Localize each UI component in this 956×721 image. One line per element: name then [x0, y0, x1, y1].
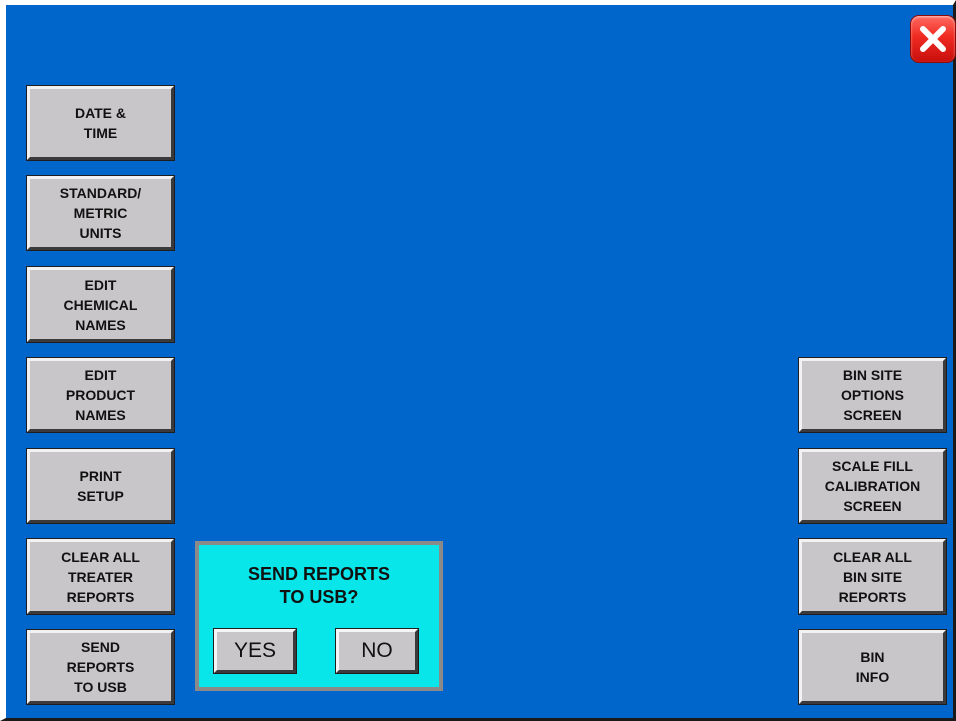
scale-fill-calibration-screen-button[interactable]: SCALE FILL CALIBRATION SCREEN — [799, 449, 946, 523]
edit-chemical-names-button[interactable]: EDIT CHEMICAL NAMES — [27, 267, 174, 342]
no-button[interactable]: NO — [336, 629, 418, 673]
standard-metric-units-button[interactable]: STANDARD/ METRIC UNITS — [27, 176, 174, 250]
edit-product-names-button[interactable]: EDIT PRODUCT NAMES — [27, 358, 174, 432]
bin-site-options-screen-button[interactable]: BIN SITE OPTIONS SCREEN — [799, 358, 946, 432]
send-reports-to-usb-button[interactable]: SEND REPORTS TO USB — [27, 630, 174, 704]
hmi-screen: DATE & TIME STANDARD/ METRIC UNITS EDIT … — [0, 0, 956, 721]
clear-all-treater-reports-button[interactable]: CLEAR ALL TREATER REPORTS — [27, 539, 174, 614]
close-button[interactable] — [910, 15, 956, 63]
dialog-message: SEND REPORTS TO USB? — [247, 564, 391, 607]
bin-info-button[interactable]: BIN INFO — [799, 630, 946, 704]
clear-all-bin-site-reports-button[interactable]: CLEAR ALL BIN SITE REPORTS — [799, 539, 946, 614]
close-icon — [920, 26, 946, 52]
send-reports-dialog: SEND REPORTS TO USB? YES NO — [195, 541, 443, 691]
date-time-button[interactable]: DATE & TIME — [27, 86, 174, 160]
print-setup-button[interactable]: PRINT SETUP — [27, 449, 174, 523]
yes-button[interactable]: YES — [214, 629, 296, 673]
